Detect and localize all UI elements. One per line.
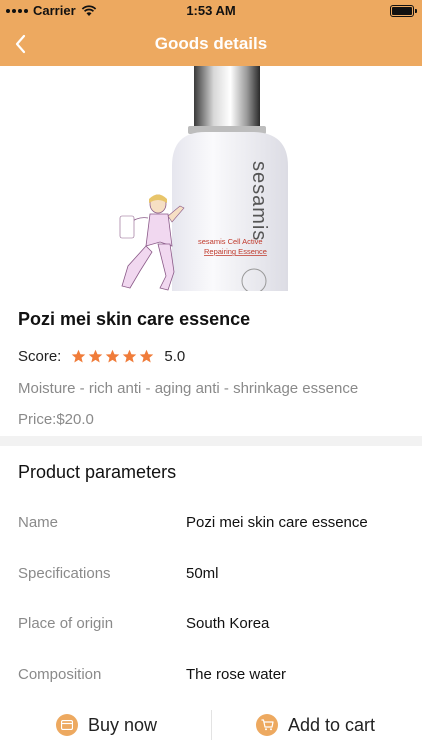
star-icon: [72, 349, 86, 363]
wallet-icon: [56, 714, 78, 736]
product-bottle-illustration: sesamis sesamis Cell Active Repairing Es…: [119, 66, 288, 291]
param-value: Pozi mei skin care essence: [186, 514, 368, 531]
param-value: South Korea: [186, 615, 270, 632]
product-price: Price:$20.0: [18, 411, 94, 428]
star-icon: [106, 349, 120, 363]
product-name: Pozi mei skin care essence: [18, 309, 251, 329]
score-value: 5.0: [164, 348, 186, 365]
rating-stars: [71, 349, 154, 364]
star-icon: [140, 349, 154, 363]
battery-icon: [390, 5, 417, 17]
action-separator: [211, 710, 212, 740]
bottom-action-bar: Buy now Add to cart: [0, 700, 422, 750]
add-to-cart-label: Add to cart: [288, 714, 376, 735]
bottle-label-line1: sesamis Cell Active: [198, 237, 263, 246]
nav-bar: Goods details: [0, 22, 422, 66]
param-key: Specifications: [18, 565, 111, 582]
buy-now-label: Buy now: [88, 714, 158, 735]
param-key: Name: [18, 514, 59, 531]
bottle-label-line2: Repairing Essence: [204, 247, 267, 256]
param-value: 50ml: [186, 565, 219, 582]
section-divider: [0, 436, 422, 446]
status-bar: Carrier 1:53 AM: [0, 0, 422, 22]
params-title: Product parameters: [18, 462, 177, 482]
add-to-cart-button[interactable]: Add to cart: [256, 710, 375, 740]
page-title: Goods details: [154, 34, 268, 53]
cart-icon: [256, 714, 278, 736]
product-image: sesamis sesamis Cell Active Repairing Es…: [0, 66, 422, 291]
score-label: Score:: [18, 348, 62, 365]
param-key: Place of origin: [18, 615, 114, 632]
param-key: Composition: [18, 666, 102, 683]
status-time: 1:53 AM: [186, 3, 236, 18]
buy-now-button[interactable]: Buy now: [56, 710, 157, 740]
star-icon: [123, 349, 137, 363]
score-row: Score: 5.0: [18, 348, 185, 365]
star-icon: [89, 349, 103, 363]
param-value: The rose water: [186, 666, 287, 683]
product-description: Moisture - rich anti - aging anti - shri…: [18, 380, 359, 397]
bottle-brand-text: sesamis: [248, 161, 270, 241]
